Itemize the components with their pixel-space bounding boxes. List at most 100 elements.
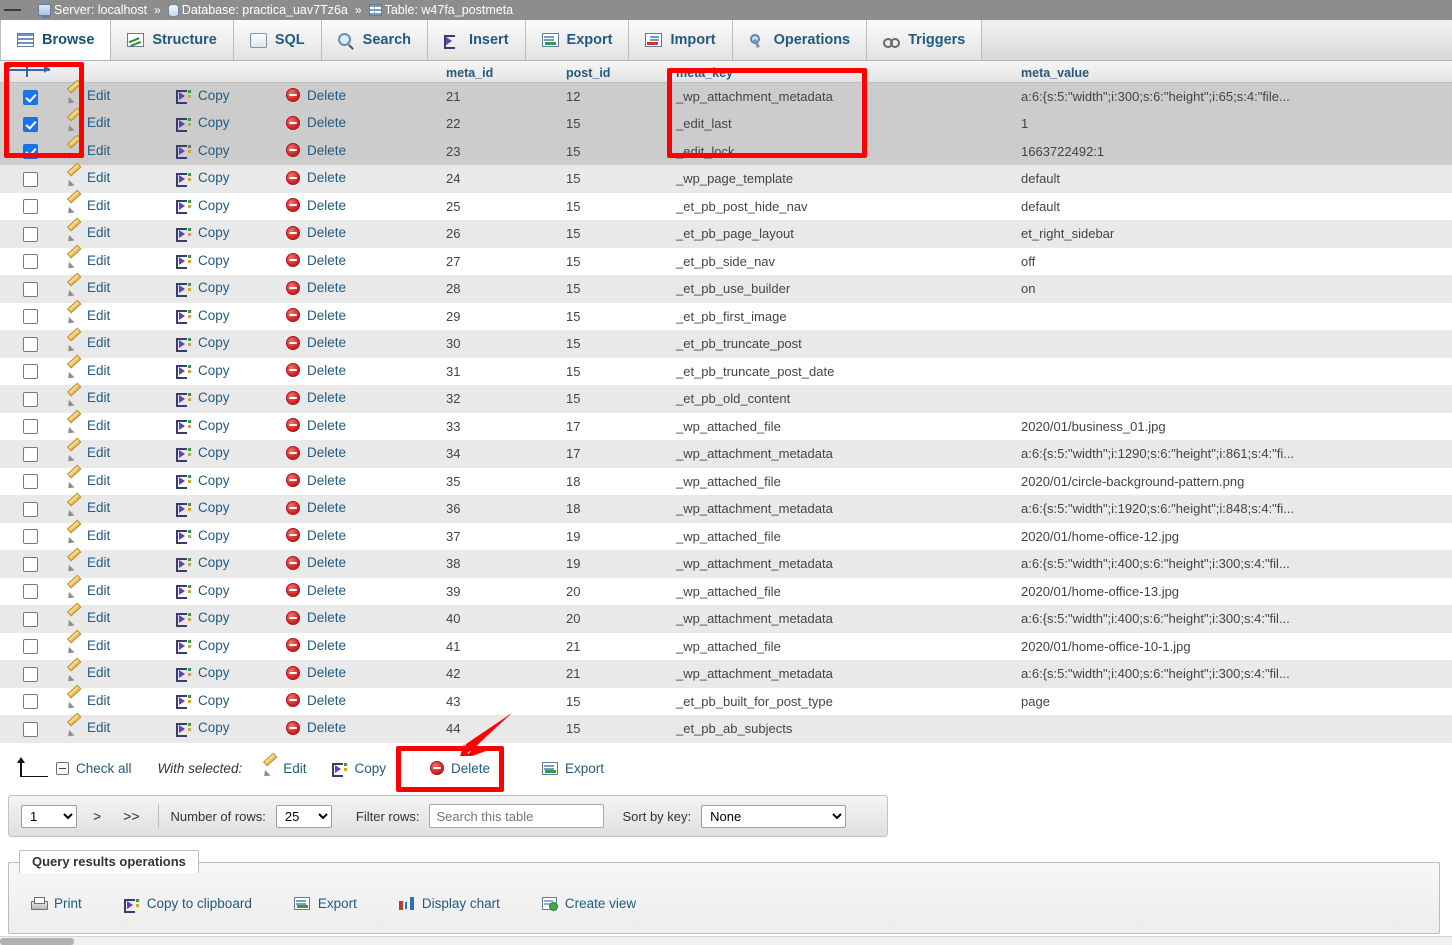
row-checkbox[interactable] [22,474,38,490]
row-delete-cell[interactable]: Delete [280,412,440,440]
row-delete-link[interactable]: Delete [286,500,346,515]
row-select-cell[interactable] [0,440,60,468]
cell-meta-id[interactable]: 40 [440,605,560,633]
cell-post-id[interactable]: 15 [560,687,670,715]
row-select-cell[interactable] [0,247,60,275]
row-copy-link[interactable]: Copy [176,528,230,544]
row-edit-cell[interactable]: Edit [60,302,170,330]
row-delete-link[interactable]: Delete [286,88,346,103]
row-delete-link[interactable]: Delete [286,198,346,213]
row-checkbox[interactable] [22,89,38,105]
row-delete-cell[interactable]: Delete [280,137,440,165]
row-edit-link[interactable]: Edit [66,335,110,350]
row-copy-cell[interactable]: Copy [170,192,280,220]
cell-meta-value[interactable] [1015,357,1452,385]
row-edit-cell[interactable]: Edit [60,660,170,688]
row-edit-link[interactable]: Edit [66,583,110,598]
cell-meta-key[interactable]: _wp_attachment_metadata [670,440,1015,468]
row-edit-cell[interactable]: Edit [60,110,170,138]
rows-per-page-select[interactable]: 25 [275,804,332,828]
page-select[interactable]: 1 [21,804,77,828]
row-edit-cell[interactable]: Edit [60,495,170,523]
cell-meta-value[interactable]: a:6:{s:5:"width";i:400;s:6:"height";i:30… [1015,660,1452,688]
cell-meta-id[interactable]: 27 [440,247,560,275]
cell-meta-key[interactable]: _wp_attachment_metadata [670,550,1015,578]
row-select-cell[interactable] [0,110,60,138]
row-copy-cell[interactable]: Copy [170,660,280,688]
cell-meta-id[interactable]: 30 [440,330,560,358]
row-delete-link[interactable]: Delete [286,445,346,460]
cell-meta-key[interactable]: _wp_attachment_metadata [670,605,1015,633]
row-edit-cell[interactable]: Edit [60,467,170,495]
row-checkbox[interactable] [22,639,38,655]
row-copy-cell[interactable]: Copy [170,687,280,715]
row-checkbox[interactable] [22,226,38,242]
cell-meta-id[interactable]: 24 [440,165,560,193]
check-all-button[interactable]: Check all [56,761,132,776]
row-delete-link[interactable]: Delete [286,638,346,653]
cell-post-id[interactable]: 15 [560,715,670,743]
row-select-cell[interactable] [0,192,60,220]
cell-post-id[interactable]: 15 [560,302,670,330]
row-delete-link[interactable]: Delete [286,308,346,323]
row-copy-link[interactable]: Copy [176,720,230,737]
cell-post-id[interactable]: 20 [560,577,670,605]
row-checkbox[interactable] [22,199,38,215]
row-edit-link[interactable]: Edit [66,555,110,570]
cell-meta-value[interactable]: 2020/01/business_01.jpg [1015,412,1452,440]
row-edit-cell[interactable]: Edit [60,220,170,248]
row-edit-link[interactable]: Edit [66,500,110,515]
row-edit-link[interactable]: Edit [66,115,110,130]
cell-meta-id[interactable]: 25 [440,192,560,220]
row-edit-link[interactable]: Edit [66,170,110,185]
cell-meta-key[interactable]: _wp_attached_file [670,577,1015,605]
tab-operations[interactable]: Operations [732,20,868,60]
print-link[interactable]: Print [31,896,82,911]
row-copy-cell[interactable]: Copy [170,82,280,110]
row-checkbox[interactable] [22,666,38,682]
row-copy-cell[interactable]: Copy [170,550,280,578]
row-delete-link[interactable]: Delete [286,418,346,433]
row-delete-cell[interactable]: Delete [280,247,440,275]
row-copy-link[interactable]: Copy [176,445,230,462]
cell-meta-value[interactable]: off [1015,247,1452,275]
cell-meta-id[interactable]: 32 [440,385,560,413]
row-select-cell[interactable] [0,715,60,743]
row-checkbox[interactable] [22,309,38,325]
cell-meta-id[interactable]: 36 [440,495,560,523]
row-edit-link[interactable]: Edit [66,445,110,460]
row-checkbox[interactable] [22,116,38,132]
row-copy-link[interactable]: Copy [176,390,230,407]
cell-meta-value[interactable] [1015,302,1452,330]
cell-post-id[interactable]: 15 [560,165,670,193]
cell-meta-key[interactable]: _et_pb_first_image [670,302,1015,330]
row-delete-link[interactable]: Delete [286,665,346,680]
tab-search[interactable]: Search [321,20,429,60]
row-delete-link[interactable]: Delete [286,390,346,405]
row-delete-link[interactable]: Delete [286,280,346,295]
cell-post-id[interactable]: 12 [560,82,670,110]
row-checkbox[interactable] [22,446,38,462]
row-edit-link[interactable]: Edit [66,528,110,543]
row-delete-link[interactable]: Delete [286,335,346,350]
row-edit-cell[interactable]: Edit [60,632,170,660]
row-edit-cell[interactable]: Edit [60,247,170,275]
row-delete-cell[interactable]: Delete [280,165,440,193]
row-checkbox[interactable] [22,501,38,517]
cell-meta-value[interactable] [1015,330,1452,358]
cell-meta-key[interactable]: _wp_attached_file [670,412,1015,440]
row-copy-link[interactable]: Copy [176,308,230,324]
row-copy-cell[interactable]: Copy [170,302,280,330]
row-copy-cell[interactable]: Copy [170,357,280,385]
column-header-select[interactable] [0,61,60,83]
cell-meta-id[interactable]: 31 [440,357,560,385]
row-delete-cell[interactable]: Delete [280,440,440,468]
row-delete-cell[interactable]: Delete [280,660,440,688]
row-copy-link[interactable]: Copy [176,280,230,297]
row-copy-cell[interactable]: Copy [170,247,280,275]
cell-post-id[interactable]: 15 [560,110,670,138]
row-delete-cell[interactable]: Delete [280,632,440,660]
row-edit-cell[interactable]: Edit [60,687,170,715]
tab-sql[interactable]: SQL [233,20,322,60]
row-edit-cell[interactable]: Edit [60,385,170,413]
